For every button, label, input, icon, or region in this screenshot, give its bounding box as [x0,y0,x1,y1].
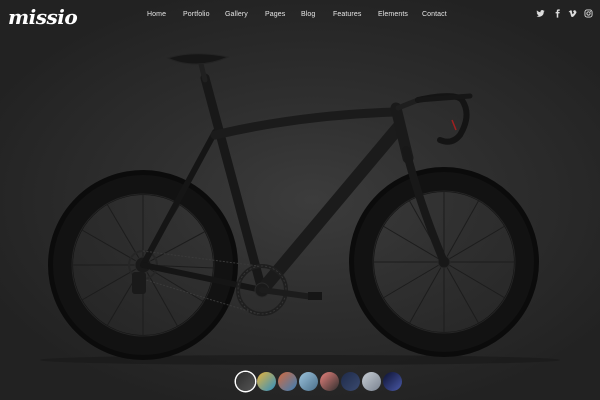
brake-lever [451,119,457,131]
gallery-thumbnail-bicycle[interactable] [236,372,255,391]
gallery-thumbnail-pink[interactable] [320,372,339,391]
hero-slider: missio Home Portfolio Gallery Pages Blog… [0,0,600,400]
gallery-thumbnail-mountain[interactable] [362,372,381,391]
saddle [166,53,230,65]
gallery-thumbnail-galaxy[interactable] [383,372,402,391]
gallery-thumbnail-colorful[interactable] [257,372,276,391]
gallery-thumbnail-boxes[interactable] [278,372,297,391]
gallery-thumbnail-navy[interactable] [341,372,360,391]
bicycle-image [40,53,560,365]
gallery-thumbnail-landscape[interactable] [299,372,318,391]
